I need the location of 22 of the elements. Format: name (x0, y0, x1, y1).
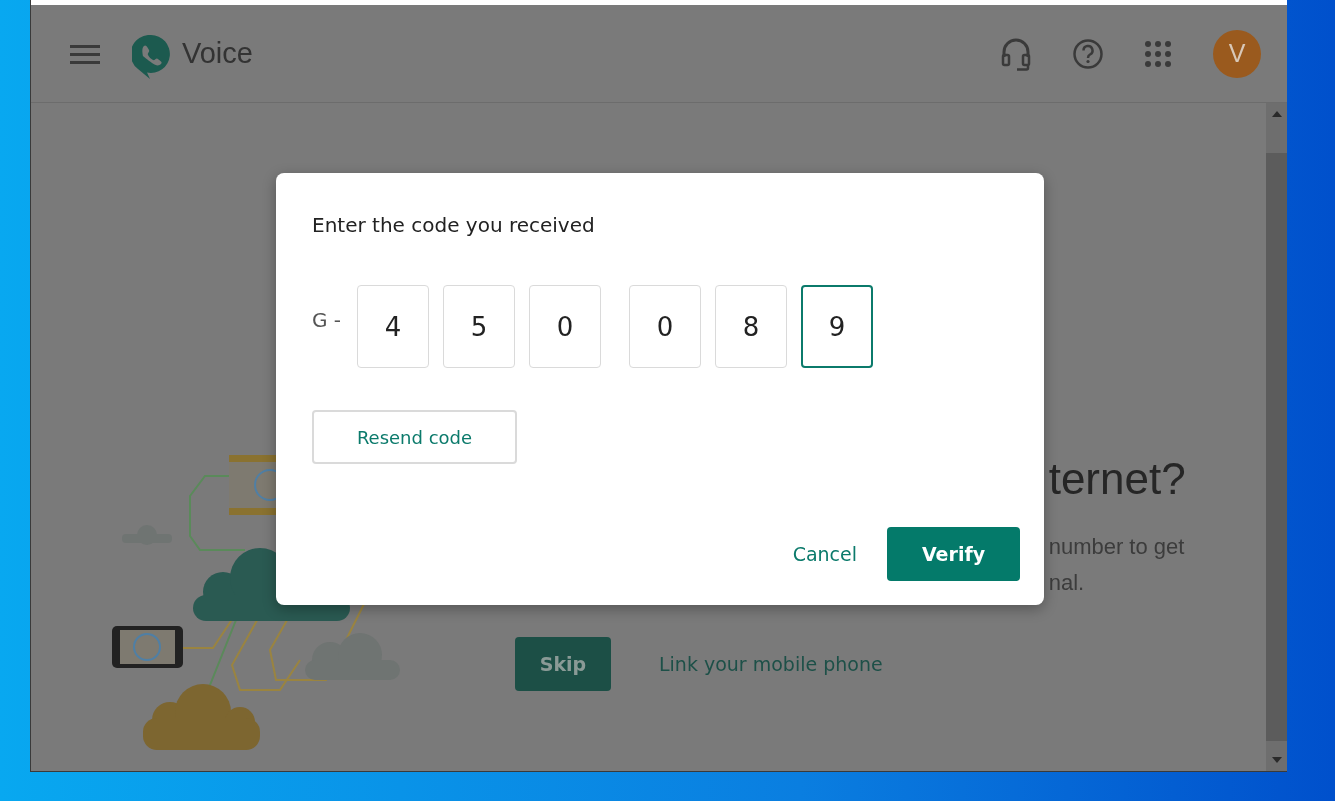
apps-grid-icon[interactable] (1145, 40, 1171, 67)
dialog-title: Enter the code you received (312, 213, 595, 237)
menu-icon[interactable] (70, 43, 100, 64)
cancel-button[interactable]: Cancel (786, 535, 863, 573)
code-digit-field[interactable]: 8 (715, 285, 788, 368)
resend-code-button[interactable]: Resend code (312, 410, 517, 464)
page-description-line: nal. (1048, 569, 1086, 597)
verify-button[interactable]: Verify (887, 527, 1020, 581)
code-digit-field[interactable]: 4 (357, 285, 430, 368)
help-icon[interactable] (1073, 38, 1103, 69)
code-digit-field[interactable]: 0 (629, 285, 702, 368)
headset-icon[interactable] (1001, 36, 1031, 71)
code-prefix: G - (312, 307, 342, 332)
scroll-down-icon[interactable] (1271, 757, 1282, 763)
code-digit-field[interactable]: 9 (801, 285, 874, 368)
code-digit-field[interactable]: 0 (529, 285, 602, 368)
app-title: Voice (182, 37, 253, 70)
phone-bubble-logo-icon (132, 34, 170, 79)
scroll-up-icon[interactable] (1271, 111, 1282, 117)
code-digit-field[interactable]: 5 (443, 285, 516, 368)
page-heading: ternet? (1048, 453, 1186, 505)
page-description-line: number to get (1048, 533, 1186, 561)
